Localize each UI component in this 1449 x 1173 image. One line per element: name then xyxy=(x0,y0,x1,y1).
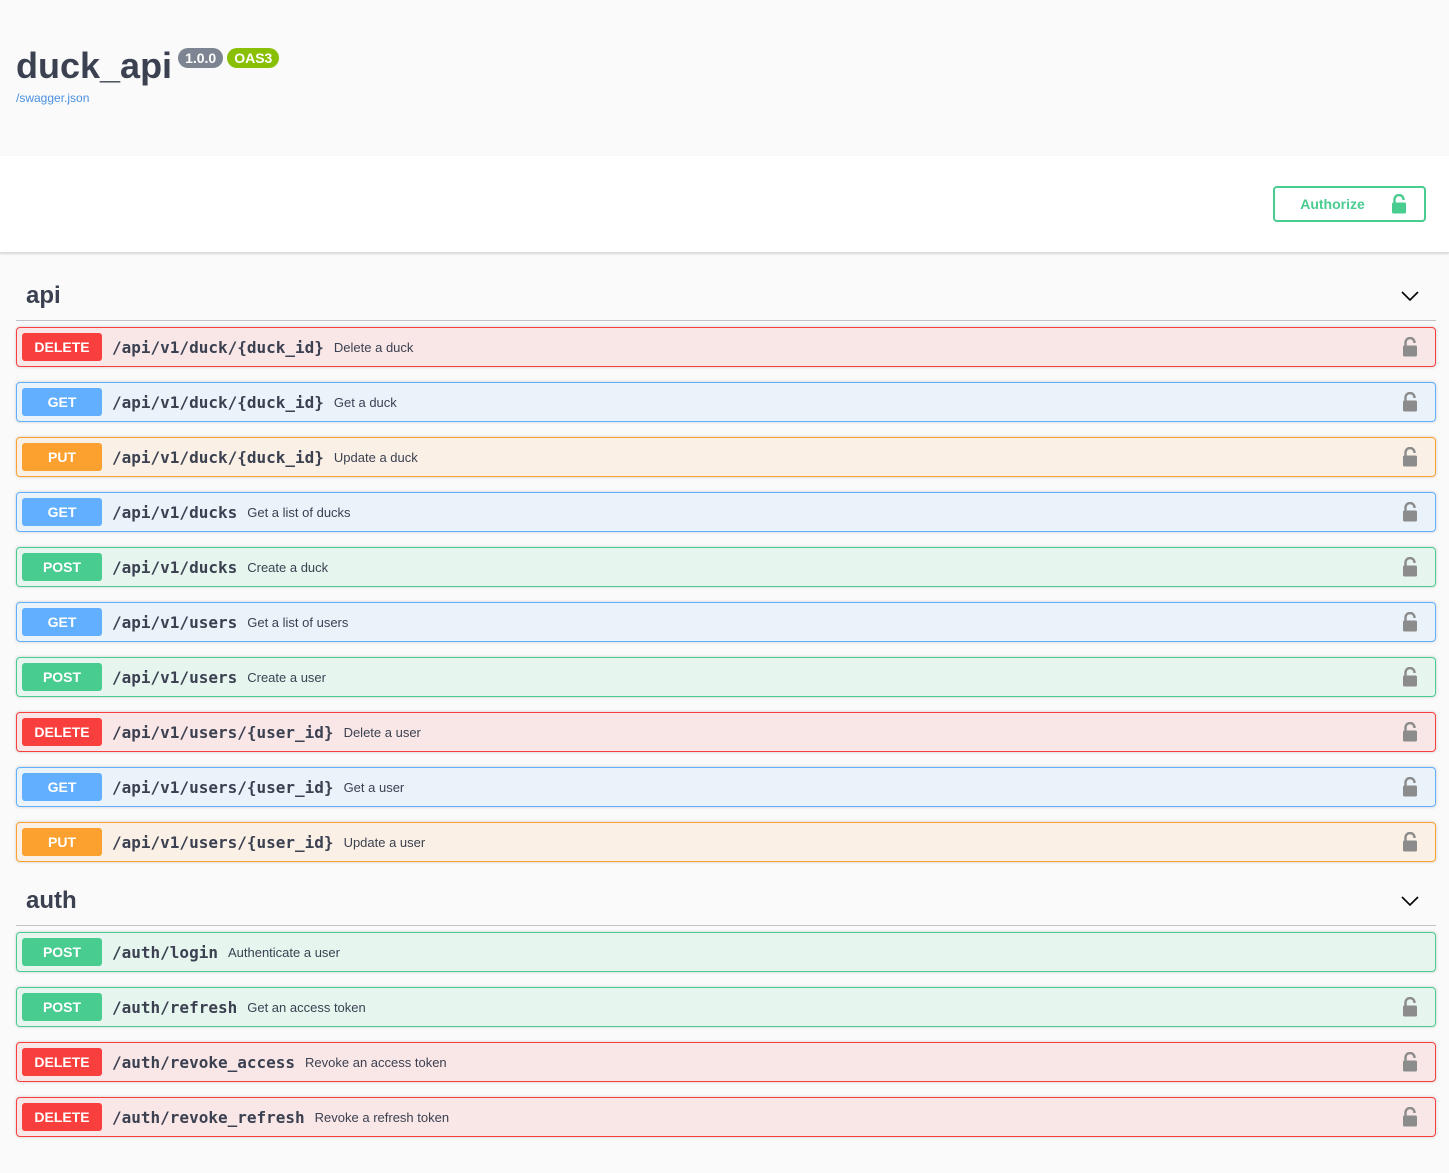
tag-name: api xyxy=(26,281,61,309)
method-badge: PUT xyxy=(22,828,102,856)
chevron-down-icon[interactable] xyxy=(1400,286,1420,306)
method-badge: GET xyxy=(22,388,102,416)
title-row: duck_api 1.0.0 OAS3 xyxy=(16,44,280,88)
operation-path: /auth/login xyxy=(112,942,218,962)
operation-summary: Delete a duck xyxy=(333,339,414,355)
method-badge: GET xyxy=(22,773,102,801)
operation-path: /api/v1/ducks xyxy=(112,502,238,522)
operation-summary: Get a user xyxy=(343,779,405,795)
method-badge: GET xyxy=(22,608,102,636)
method-badge: POST xyxy=(22,993,102,1021)
operation-summary: Update a duck xyxy=(333,449,418,465)
api-title: duck_api xyxy=(16,45,173,86)
version-badge: 1.0.0 xyxy=(178,48,224,68)
operation-path: /api/v1/users/{user_id} xyxy=(112,832,334,852)
unlocked-padlock-icon[interactable] xyxy=(1402,447,1418,467)
tag-header-api[interactable]: api xyxy=(16,271,1436,321)
spec-link[interactable]: /swagger.json xyxy=(16,91,89,105)
method-badge: DELETE xyxy=(22,1048,102,1076)
authorize-label: Authorize xyxy=(1300,196,1365,212)
unlocked-padlock-icon[interactable] xyxy=(1402,557,1418,577)
unlocked-padlock-icon[interactable] xyxy=(1402,392,1418,412)
method-badge: DELETE xyxy=(22,718,102,746)
operation-summary: Update a user xyxy=(343,834,426,850)
operation-row[interactable]: GET/api/v1/users/{user_id} Get a user xyxy=(16,767,1436,807)
operation-summary: Create a duck xyxy=(247,559,329,575)
method-badge: POST xyxy=(22,938,102,966)
operation-path: /api/v1/users/{user_id} xyxy=(112,777,334,797)
tag-section-api: api DELETE/api/v1/duck/{duck_id} Delete a … xyxy=(16,271,1436,862)
unlocked-padlock-icon xyxy=(1391,194,1406,214)
operation-path: /auth/revoke_refresh xyxy=(112,1107,305,1127)
method-badge: GET xyxy=(22,498,102,526)
operation-row[interactable]: POST/auth/refresh Get an access token xyxy=(16,987,1436,1027)
operation-row[interactable]: DELETE/api/v1/users/{user_id} Delete a us… xyxy=(16,712,1436,752)
unlocked-padlock-icon[interactable] xyxy=(1402,722,1418,742)
operation-path: /api/v1/users xyxy=(112,667,238,687)
oas-badge: OAS3 xyxy=(227,48,280,68)
operation-path: /api/v1/users/{user_id} xyxy=(112,722,334,742)
operation-path: /api/v1/ducks xyxy=(112,557,238,577)
unlocked-padlock-icon[interactable] xyxy=(1402,1052,1418,1072)
method-badge: POST xyxy=(22,553,102,581)
operation-path: /auth/refresh xyxy=(112,997,238,1017)
operation-row[interactable]: POST/api/v1/ducks Create a duck xyxy=(16,547,1436,587)
info-header: duck_api 1.0.0 OAS3 /swagger.json xyxy=(0,0,1449,156)
method-badge: DELETE xyxy=(22,1103,102,1131)
operation-path: /auth/revoke_access xyxy=(112,1052,296,1072)
operation-row[interactable]: DELETE/auth/revoke_refresh Revoke a refre… xyxy=(16,1097,1436,1137)
scheme-container: Authorize xyxy=(0,156,1449,253)
unlocked-padlock-icon[interactable] xyxy=(1402,502,1418,522)
unlocked-padlock-icon[interactable] xyxy=(1402,612,1418,632)
operation-row[interactable]: GET/api/v1/ducks Get a list of ducks xyxy=(16,492,1436,532)
operation-summary: Delete a user xyxy=(343,724,421,740)
method-badge: PUT xyxy=(22,443,102,471)
unlocked-padlock-icon[interactable] xyxy=(1402,1107,1418,1127)
tag-header-auth[interactable]: auth xyxy=(16,876,1436,926)
operation-row[interactable]: GET/api/v1/duck/{duck_id} Get a duck xyxy=(16,382,1436,422)
method-badge: DELETE xyxy=(22,333,102,361)
unlocked-padlock-icon[interactable] xyxy=(1402,777,1418,797)
operation-path: /api/v1/duck/{duck_id} xyxy=(112,447,324,467)
tag-name: auth xyxy=(26,886,77,914)
unlocked-padlock-icon[interactable] xyxy=(1402,337,1418,357)
operation-summary: Get a duck xyxy=(333,394,397,410)
operation-summary: Revoke an access token xyxy=(305,1054,447,1070)
operation-row[interactable]: POST/api/v1/users Create a user xyxy=(16,657,1436,697)
tag-section-auth: auth POST/auth/login Authenticate a user PO… xyxy=(16,876,1436,1137)
authorize-button[interactable]: Authorize xyxy=(1273,186,1426,222)
operation-summary: Authenticate a user xyxy=(227,944,340,960)
unlocked-padlock-icon[interactable] xyxy=(1402,997,1418,1017)
unlocked-padlock-icon[interactable] xyxy=(1402,832,1418,852)
operation-row[interactable]: DELETE/auth/revoke_access Revoke an acces… xyxy=(16,1042,1436,1082)
operation-row[interactable]: DELETE/api/v1/duck/{duck_id} Delete a duc… xyxy=(16,327,1436,367)
operation-row[interactable]: PUT/api/v1/duck/{duck_id} Update a duck xyxy=(16,437,1436,477)
chevron-down-icon[interactable] xyxy=(1400,891,1420,911)
operation-path: /api/v1/duck/{duck_id} xyxy=(112,392,324,412)
operation-summary: Create a user xyxy=(247,669,326,685)
operation-summary: Get a list of ducks xyxy=(247,504,351,520)
operation-row[interactable]: POST/auth/login Authenticate a user xyxy=(16,932,1436,972)
unlocked-padlock-icon[interactable] xyxy=(1402,667,1418,687)
operation-summary: Get an access token xyxy=(247,999,366,1015)
method-badge: POST xyxy=(22,663,102,691)
operation-path: /api/v1/duck/{duck_id} xyxy=(112,337,324,357)
operation-summary: Get a list of users xyxy=(247,614,349,630)
operation-row[interactable]: GET/api/v1/users Get a list of users xyxy=(16,602,1436,642)
operation-summary: Revoke a refresh token xyxy=(314,1109,450,1125)
operation-path: /api/v1/users xyxy=(112,612,238,632)
operation-row[interactable]: PUT/api/v1/users/{user_id} Update a user xyxy=(16,822,1436,862)
